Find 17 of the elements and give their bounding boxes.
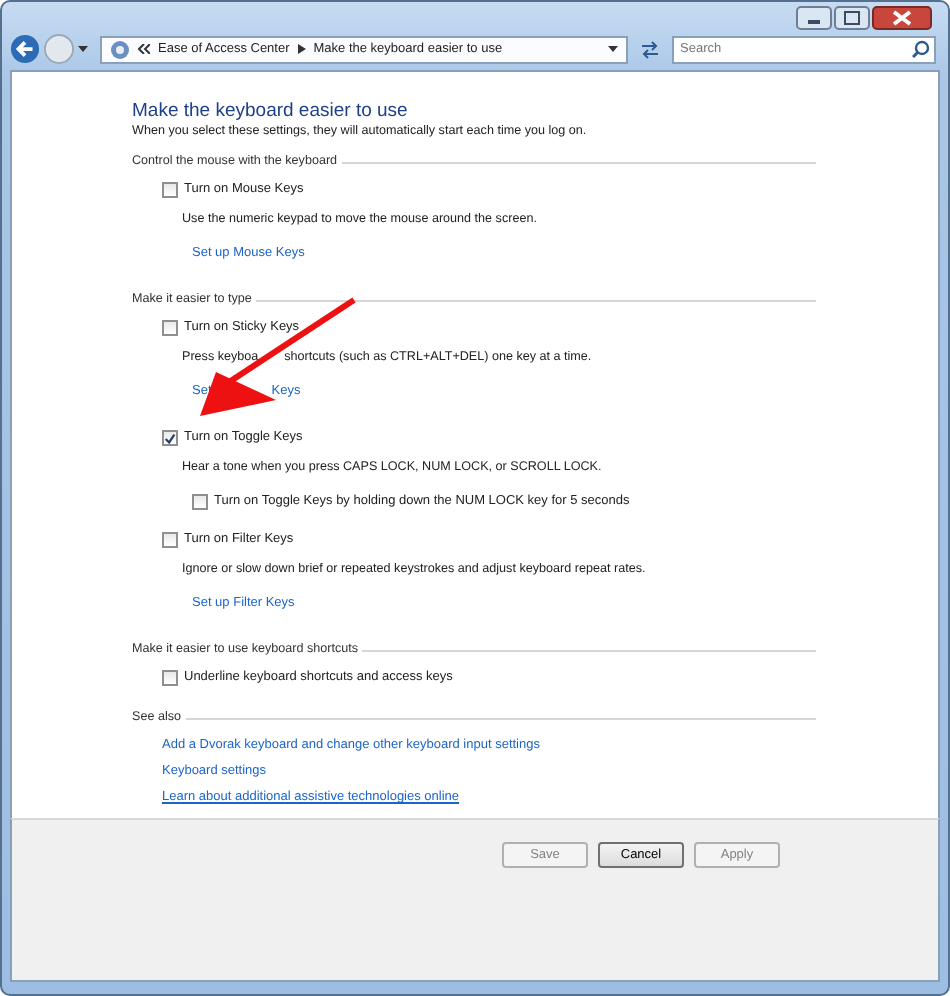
checkbox[interactable] [162,182,178,199]
checkbox[interactable] [162,320,178,337]
checkbox[interactable] [192,494,208,511]
minimize-icon[interactable] [796,6,832,30]
dropdown-icon[interactable] [608,45,618,53]
breadcrumb-arrow-icon [297,44,306,54]
maximize-icon[interactable] [834,6,870,30]
dropdown-icon[interactable] [78,45,88,53]
page-heading: Make the keyboard easier to use [132,100,410,123]
close-icon[interactable] [872,6,932,30]
refresh-icon[interactable] [636,35,664,63]
search-icon [912,40,930,58]
checkbox[interactable] [162,430,178,447]
checkbox[interactable] [162,532,178,549]
chevron-icon [138,44,150,54]
back-icon[interactable] [10,34,40,64]
checkbox[interactable] [162,670,178,687]
